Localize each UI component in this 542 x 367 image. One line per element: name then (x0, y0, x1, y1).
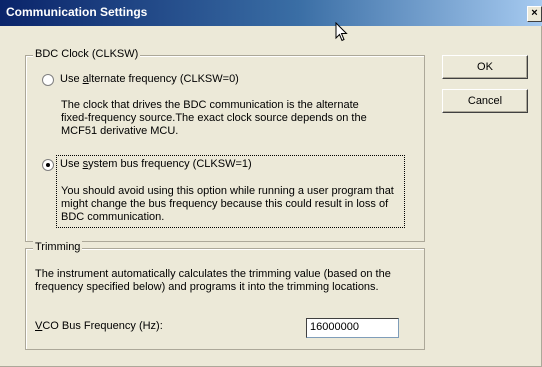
close-button[interactable]: × (527, 6, 542, 22)
title-bar[interactable]: Communication Settings × (0, 0, 542, 26)
ok-button[interactable]: OK (442, 55, 528, 79)
window-title: Communication Settings (6, 5, 148, 19)
alternate-frequency-label[interactable]: Use alternate frequency (CLKSW=0) (60, 73, 239, 85)
alternate-frequency-label-prefix: Use (60, 73, 83, 85)
system-bus-label-suffix: ystem bus frequency (CLKSW=1) (88, 158, 252, 170)
cancel-button[interactable]: Cancel (442, 89, 528, 113)
trimming-description: The instrument automatically calculates … (35, 268, 391, 293)
system-bus-label-prefix: Use (60, 158, 83, 170)
vco-bus-frequency-label: VCO Bus Frequency (Hz): (35, 320, 163, 332)
vco-label-rest: CO Bus Frequency (Hz): (42, 320, 163, 332)
bdc-clock-legend: BDC Clock (CLKSW) (33, 48, 141, 60)
system-bus-frequency-label[interactable]: Use system bus frequency (CLKSW=1) (60, 158, 252, 170)
system-bus-frequency-radio[interactable] (42, 159, 54, 171)
communication-settings-dialog: Communication Settings × BDC Clock (CLKS… (0, 0, 542, 367)
alternate-frequency-description: The clock that drives the BDC communicat… (61, 99, 367, 137)
trimming-legend: Trimming (33, 241, 83, 253)
mouse-cursor-icon (335, 22, 348, 42)
alternate-frequency-label-suffix: lternate frequency (CLKSW=0) (88, 73, 239, 85)
alternate-frequency-radio[interactable] (42, 74, 54, 86)
system-bus-frequency-description: You should avoid using this option while… (61, 185, 394, 223)
vco-bus-frequency-input[interactable]: 16000000 (306, 318, 399, 338)
